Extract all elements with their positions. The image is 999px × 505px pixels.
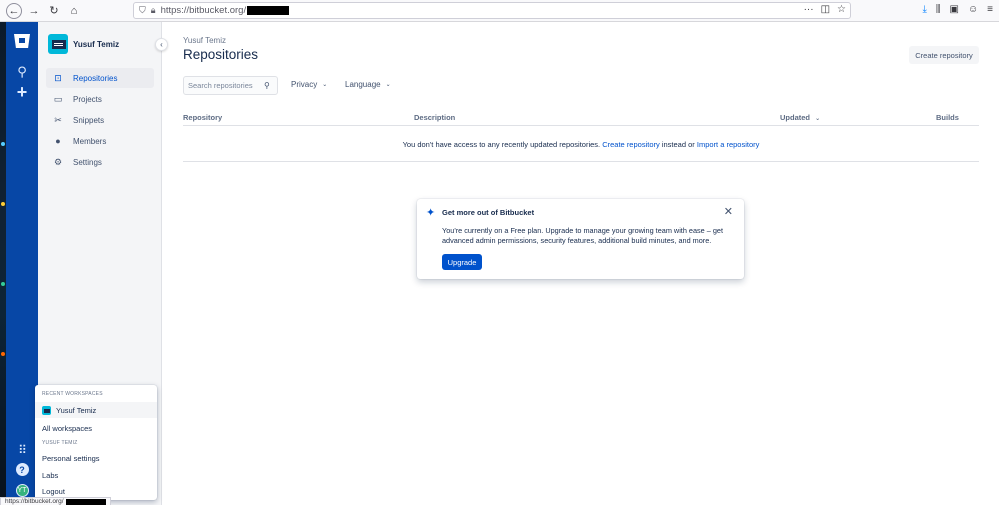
privacy-filter[interactable]: Privacy ⌄: [291, 80, 327, 89]
sidebar-item-label: Members: [73, 136, 107, 146]
chevron-left-icon: ‹: [160, 40, 163, 49]
sidebar-item-label: Snippets: [73, 115, 105, 125]
upgrade-body: You're currently on a Free plan. Upgrade…: [442, 226, 724, 245]
redacted-block: [247, 6, 290, 15]
column-header-builds: Builds: [936, 113, 959, 122]
search-input[interactable]: [184, 81, 264, 90]
projects-folder-icon: ▭: [53, 93, 63, 104]
sidebar-item-label: Settings: [73, 157, 102, 167]
breadcrumb[interactable]: Yusuf Temiz: [183, 36, 226, 45]
workspace-name: Yusuf Temiz: [73, 39, 120, 49]
collapse-sidebar-button[interactable]: ‹: [155, 38, 168, 51]
bitbucket-logo-icon[interactable]: [6, 34, 38, 48]
import-repository-link[interactable]: Import a repository: [697, 140, 760, 149]
upgrade-title: Get more out of Bitbucket: [442, 208, 535, 217]
upgrade-flag: ✦ Get more out of Bitbucket ✕ You're cur…: [417, 199, 744, 279]
address-bar[interactable]: ⛉ 🔒︎ https://bitbucket.org/ ··· ◫ ☆: [133, 2, 851, 19]
sidebar-item-members[interactable]: ● Members: [46, 131, 154, 151]
sidebar-nav: ⊡ Repositories ▭ Projects ✂ Snippets ● M…: [46, 68, 154, 173]
recent-workspace-item[interactable]: Yusuf Temiz: [35, 402, 157, 418]
url-text: https://bitbucket.org/: [160, 5, 247, 16]
browser-toolbar: ← → ↻ ⌂ ⛉ 🔒︎ https://bitbucket.org/ ··· …: [0, 0, 999, 22]
page-title: Repositories: [183, 47, 259, 62]
app-switcher-icon[interactable]: ⠿: [6, 443, 38, 457]
labs-link[interactable]: Labs: [35, 467, 157, 483]
menu-icon[interactable]: ≡: [987, 4, 993, 15]
workspace-avatar-icon: [42, 405, 51, 415]
workspace-header[interactable]: Yusuf Temiz: [48, 34, 119, 54]
user-avatar-icon[interactable]: YT: [6, 484, 38, 497]
page-actions-icon[interactable]: ···: [804, 4, 814, 15]
lock-icon[interactable]: 🔒︎: [151, 5, 156, 16]
column-header-updated[interactable]: Updated ⌄: [780, 113, 820, 122]
home-icon[interactable]: ⌂: [66, 3, 82, 19]
sidebar-icon[interactable]: ▣: [949, 4, 958, 15]
settings-gear-icon: ⚙: [53, 156, 63, 167]
create-repository-link[interactable]: Create repository: [602, 140, 660, 149]
sidebar-item-label: Projects: [73, 94, 102, 104]
upgrade-button[interactable]: Upgrade: [442, 254, 482, 270]
language-filter[interactable]: Language ⌄: [345, 80, 391, 89]
sparkle-icon: ✦: [426, 207, 436, 219]
column-header-repository: Repository: [183, 113, 223, 122]
chevron-down-icon: ⌄: [322, 82, 328, 88]
members-icon: ●: [55, 136, 61, 146]
sidebar-item-settings[interactable]: ⚙ Settings: [46, 152, 154, 172]
workspace-avatar: [48, 34, 68, 54]
tracking-shield-icon[interactable]: ⛉: [139, 5, 146, 16]
search-icon[interactable]: ⚲: [6, 64, 38, 80]
column-header-description: Description: [414, 113, 456, 122]
pocket-icon[interactable]: ◫: [821, 4, 830, 15]
sidebar-item-projects[interactable]: ▭ Projects: [46, 89, 154, 109]
redacted-block: [65, 498, 106, 505]
create-plus-icon[interactable]: +: [6, 82, 38, 103]
link-status-bar: https://bitbucket.org/: [0, 497, 111, 505]
empty-state-message: You don't have access to any recently up…: [402, 140, 760, 149]
all-workspaces-link[interactable]: All workspaces: [35, 420, 157, 436]
back-arrow-icon[interactable]: ←: [6, 2, 22, 19]
sidebar-item-label: Repositories: [73, 73, 118, 83]
recent-workspaces-heading: RECENT WORKSPACES: [42, 391, 103, 397]
sort-chevron-down-icon: ⌄: [815, 116, 821, 122]
sidebar-item-snippets[interactable]: ✂ Snippets: [46, 110, 154, 130]
snippets-scissors-icon: ✂: [54, 114, 62, 125]
chevron-down-icon: ⌄: [385, 82, 391, 88]
table-header-divider: [183, 125, 979, 126]
forward-arrow-icon[interactable]: →: [26, 3, 42, 19]
create-repository-button[interactable]: Create repository: [909, 46, 979, 64]
search-icon: ⚲: [264, 81, 270, 90]
bookmark-star-icon[interactable]: ☆: [837, 4, 846, 15]
close-icon[interactable]: ✕: [724, 205, 733, 218]
account-dropdown-menu: RECENT WORKSPACES Yusuf Temiz All worksp…: [35, 385, 157, 500]
sidebar-item-repositories[interactable]: ⊡ Repositories: [46, 68, 154, 88]
search-repositories-field[interactable]: ⚲: [183, 76, 278, 95]
downloads-icon[interactable]: ⤓: [922, 4, 926, 15]
account-icon[interactable]: ☺: [968, 4, 978, 15]
user-heading: YUSUF TEMIZ: [42, 440, 78, 446]
repositories-icon: ⊡: [54, 72, 62, 83]
table-row-divider: [183, 161, 979, 162]
library-icon[interactable]: ⫼: [936, 4, 941, 15]
reload-icon[interactable]: ↻: [46, 3, 62, 19]
personal-settings-link[interactable]: Personal settings: [35, 450, 157, 466]
help-icon[interactable]: ?: [6, 463, 38, 476]
global-navigation: ⚲ + ⠿ ? YT: [6, 22, 38, 505]
